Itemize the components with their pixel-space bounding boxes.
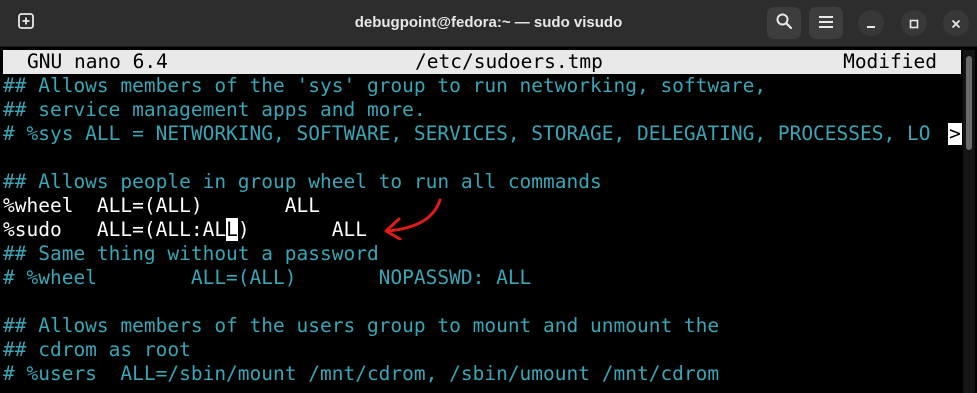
- terminal-area[interactable]: GNU nano 6.4 /etc/sudoers.tmp Modified #…: [0, 47, 977, 393]
- maximize-button[interactable]: [901, 10, 927, 36]
- close-icon: [951, 14, 961, 33]
- scrollbar-thumb[interactable]: [966, 56, 972, 150]
- file-name: /etc/sudoers.tmp: [415, 50, 603, 73]
- terminal-window: debugpoint@fedora:~ — sudo visudo GNU na…: [0, 0, 977, 393]
- line-overflow-marker: >: [948, 122, 962, 145]
- sudo-line-before-cursor: %sudo ALL=(ALL:AL: [3, 218, 227, 241]
- search-button[interactable]: [767, 7, 801, 39]
- editor-line[interactable]: ## cdrom as root: [3, 338, 191, 362]
- modified-indicator: Modified: [843, 50, 937, 73]
- editor-line[interactable]: ## Allows people in group wheel to run a…: [3, 170, 602, 194]
- close-button[interactable]: [943, 10, 969, 36]
- editor-line[interactable]: ## service management apps and more.: [3, 98, 426, 122]
- text-cursor: L: [226, 218, 238, 241]
- annotation-arrow-icon: [384, 198, 442, 240]
- editor-line[interactable]: # %users ALL=/sbin/mount /mnt/cdrom, /sb…: [3, 362, 719, 386]
- scrollbar[interactable]: [963, 50, 975, 393]
- editor-line[interactable]: # %wheel ALL=(ALL) NOPASSWD: ALL: [3, 266, 531, 290]
- sudo-line-after-cursor: ) ALL: [237, 218, 367, 241]
- maximize-icon: [909, 14, 919, 33]
- title-bar: debugpoint@fedora:~ — sudo visudo: [0, 0, 977, 47]
- minimize-icon: [866, 14, 876, 33]
- editor-line[interactable]: ## Allows members of the 'sys' group to …: [3, 74, 766, 98]
- editor-line[interactable]: ## Same thing without a password: [3, 242, 379, 266]
- minimize-button[interactable]: [858, 10, 884, 36]
- search-icon: [775, 12, 793, 34]
- editor-line-wheel[interactable]: %wheel ALL=(ALL) ALL: [3, 194, 320, 218]
- menu-button[interactable]: [809, 7, 843, 39]
- nano-version: GNU nano 6.4: [27, 50, 168, 73]
- nano-status-bar: GNU nano 6.4 /etc/sudoers.tmp Modified: [3, 50, 961, 74]
- editor-line[interactable]: ## Allows members of the users group to …: [3, 314, 719, 338]
- editor-line-sudo[interactable]: %sudo ALL=(ALL:ALL) ALL: [3, 218, 367, 242]
- hamburger-menu-icon: [818, 14, 834, 33]
- editor-line[interactable]: # %sys ALL = NETWORKING, SOFTWARE, SERVI…: [3, 122, 930, 146]
